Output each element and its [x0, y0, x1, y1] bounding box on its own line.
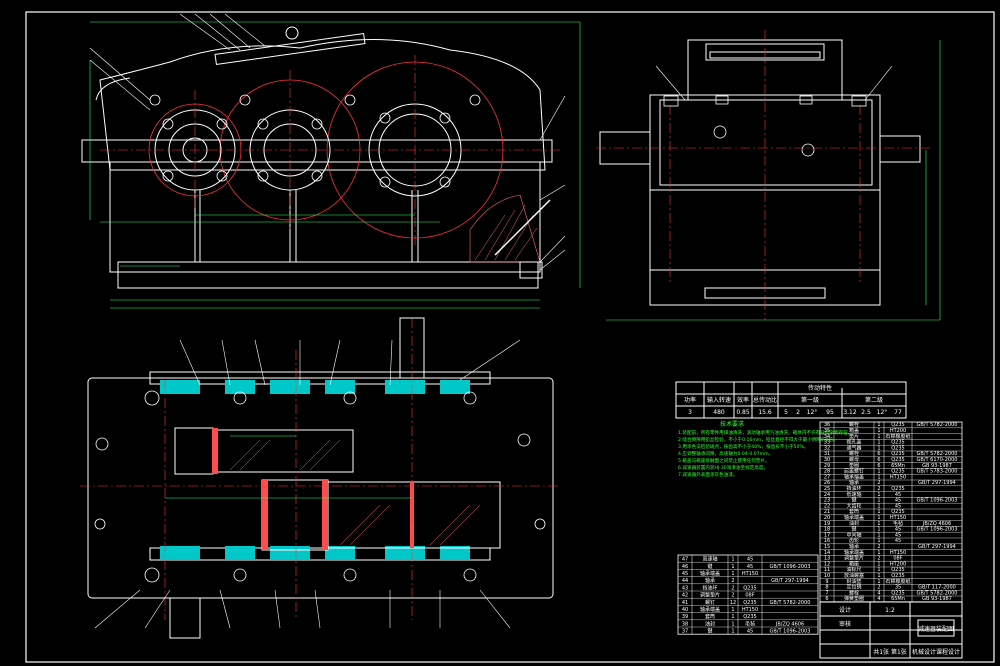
parts-table-cell: 12: [730, 600, 736, 606]
params-cell: 12°: [877, 409, 888, 416]
parts-table-cell: 轴承端盖: [700, 570, 720, 577]
params-header-stage2: 第二级: [865, 396, 883, 404]
parts-table-cell: 1: [731, 621, 734, 627]
parts-table-cell: HT150: [890, 474, 906, 480]
parts-table-cell: 键: [707, 563, 712, 570]
parts-table-cell: 39: [682, 614, 688, 620]
parts-table-cell: 37: [682, 629, 688, 635]
parts-table-cell: HT150: [742, 571, 758, 577]
parts-table-cell: 1: [731, 557, 734, 563]
params-cell: 15.6: [758, 409, 772, 416]
parts-table-cell: 65Mn: [891, 596, 905, 602]
parts-table-cell: GB/T 297-1994: [771, 578, 809, 584]
parts-table-cell: GB/T 297-1994: [918, 544, 956, 550]
designer-label: 设计: [839, 606, 851, 614]
drawing-name: 减速器装配图: [918, 625, 954, 633]
parts-table-cell: 毛毡: [745, 620, 755, 627]
params-cell: 2.5: [861, 409, 871, 416]
params-cell: 0.85: [736, 409, 750, 416]
parts-table-cell: 调整垫片: [700, 592, 720, 599]
parts-table-cell: 1: [731, 614, 734, 620]
parts-table-cell: 油封: [705, 620, 715, 627]
params-cell: 77: [894, 409, 902, 416]
cad-drawing-canvas: 传动特性 功率 输入转速 效率 总传动比 第一级 第二级 3 480 0.85 …: [0, 0, 1000, 666]
parts-table-cell: 40: [682, 607, 688, 613]
params-cell: 3: [688, 409, 692, 416]
params-cell: 12°: [807, 409, 818, 416]
params-header-stage1: 第一级: [801, 396, 819, 404]
tech-req-line: 6.减速器装置内装HJ-30润滑油至规定高度。: [678, 464, 768, 471]
parts-table-cell: 41: [682, 600, 688, 606]
parts-table-cell: 42: [682, 593, 688, 599]
checker-label: 审核: [839, 620, 851, 628]
parts-table-cell: GB 93-1987: [922, 596, 952, 602]
parts-table-cell: 1: [731, 571, 734, 577]
parts-table-cell: GB/T 297-1994: [918, 480, 956, 486]
parts-table-cell: 1: [731, 629, 734, 635]
parts-table-cell: Q235: [743, 600, 756, 606]
params-cell: 480: [713, 409, 725, 416]
parts-table-cell: 轴承端盖: [700, 606, 720, 613]
parts-table-cell: 2: [731, 578, 734, 584]
parts-table-cell: 套筒: [705, 613, 715, 620]
params-header-ratio: 总传动比: [753, 396, 777, 404]
parts-table-cell: 43: [682, 585, 688, 591]
parts-table-cell: 2: [731, 593, 734, 599]
tech-req-title: 技术要求: [720, 420, 744, 428]
parts-table-cell: 46: [682, 564, 688, 570]
school-name: 机械设计课程设计: [912, 648, 960, 656]
params-cell: 5: [784, 409, 788, 416]
parts-table-cell: 45: [682, 571, 688, 577]
parts-table-cell: 4: [877, 596, 880, 602]
parts-table-cell: 高速轴: [702, 556, 717, 563]
parts-table-cell: Q235: [743, 585, 756, 591]
params-cell: 95: [826, 409, 834, 416]
parts-table-cell: 挡油环: [702, 584, 717, 591]
params-header-power: 功率: [684, 396, 696, 404]
params-header-eff: 效率: [737, 396, 749, 404]
parts-table-cell: 45: [747, 629, 753, 635]
parts-table-cell: GB/T 1096-2003: [917, 527, 958, 533]
tech-req-line: 3.用涂色法检验斑点，按齿高不小于40%，按齿长不小于50%。: [678, 443, 808, 450]
parts-table-cell: GB/T 5782-2000: [917, 422, 958, 428]
parts-table-cell: GB/T 5782-2000: [770, 600, 811, 606]
parts-table-cell: 45: [747, 557, 753, 563]
parts-table-cell: 轴承: [705, 577, 715, 584]
tech-req-line: 7.减速器外表面涂灰色油漆。: [678, 471, 738, 478]
parts-table-cell: HT150: [742, 607, 758, 613]
parts-table-cell: GB/T 1096-2003: [770, 564, 811, 570]
parts-table-cell: 44: [682, 578, 688, 584]
parts-table-cell: 08F: [745, 593, 754, 599]
parts-table-cell: 螺钉: [705, 599, 715, 606]
parts-table-cell: JB/ZQ 4606: [775, 621, 804, 627]
tech-req-line: 4.应调整轴承间隙，高速轴为0.04-0.07mm。: [678, 450, 773, 457]
parts-table-cell: 45: [895, 538, 901, 544]
scale-value: 1:2: [885, 607, 895, 614]
tech-req-line: 2.啮合侧隙用铅丝检验，不小于0.16mm，铅丝直径不得大于最小侧隙的4倍。: [678, 436, 838, 443]
parts-table-cell: 38: [682, 621, 688, 627]
parts-table-cell: 1: [731, 607, 734, 613]
parts-table-cell: 45: [747, 564, 753, 570]
params-header-speed: 输入转速: [707, 396, 731, 404]
parts-table-cell: 6: [825, 596, 828, 602]
params-cell: 3.12: [843, 409, 857, 416]
params-title: 传动特性: [808, 384, 832, 392]
params-cell: 2: [796, 409, 800, 416]
parts-table-cell: 2: [731, 585, 734, 591]
tech-req-line: 5.箱盖与箱座接触面之间禁止使用任何垫片。: [678, 457, 770, 464]
parts-table-cell: GB/T 5783-2000: [917, 469, 958, 475]
sheet-value: 共1张 第1张: [873, 648, 907, 656]
parts-table-cell: 1: [731, 564, 734, 570]
parts-table-cell: Q235: [743, 614, 756, 620]
parts-table-cell: 47: [682, 557, 688, 563]
parts-table-cell: GB/T 1096-2003: [770, 629, 811, 635]
parts-table-cell: GB/T 1096-2003: [917, 498, 958, 504]
parts-table-cell: 键: [707, 628, 712, 635]
parts-table-cell: 弹簧垫圈: [844, 595, 864, 602]
